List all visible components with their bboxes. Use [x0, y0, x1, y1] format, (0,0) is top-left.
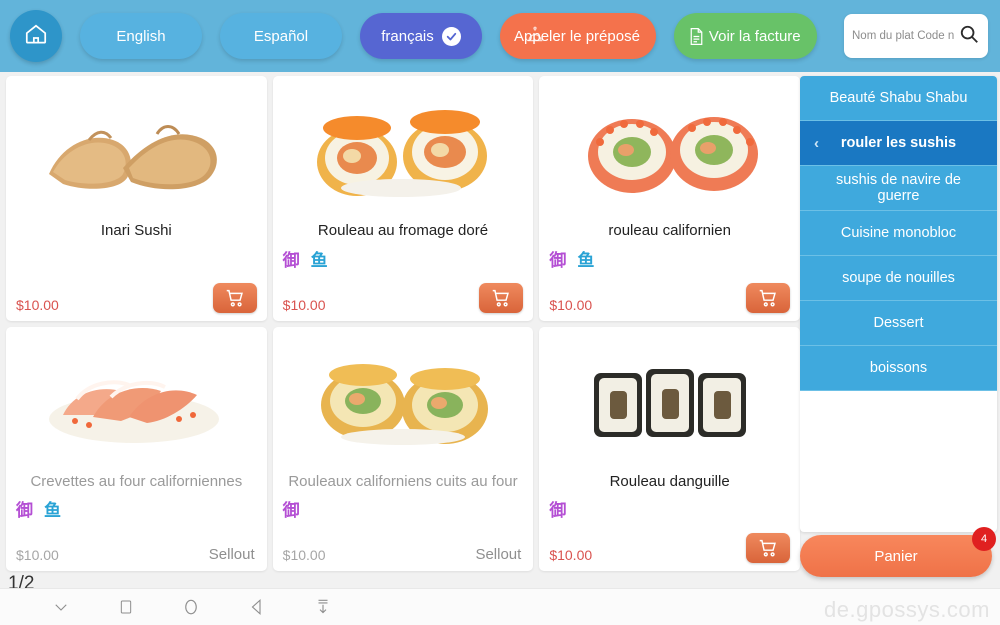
android-navigation-bar: de.gpossys.com	[0, 588, 1000, 625]
category-label: Dessert	[873, 315, 924, 331]
sidebar-item-soupe-de-nouilles[interactable]: soupe de nouilles	[800, 256, 997, 301]
product-price: $10.00	[549, 547, 593, 563]
category-label: Beauté Shabu Shabu	[829, 90, 968, 106]
product-badges	[16, 250, 257, 270]
product-price: $10.00	[549, 296, 593, 313]
product-footer: $10.00 Sellout	[283, 546, 524, 563]
product-name: Inari Sushi	[100, 222, 172, 239]
call-attendant-button[interactable]: Appeler le préposé	[500, 13, 656, 59]
language-button-francais[interactable]: français	[360, 13, 482, 59]
language-label: English	[116, 27, 166, 45]
sold-out-label: Sellout	[208, 546, 255, 563]
language-button-espanol[interactable]: Español	[220, 13, 342, 59]
sold-out-label: Sellout	[475, 546, 522, 563]
product-footer: $10.00 Sellout	[16, 546, 257, 563]
watermark: de.gpossys.com	[824, 597, 990, 622]
product-badges: 御 鱼	[283, 250, 524, 270]
home-icon	[23, 21, 49, 52]
spicy-badge: 御	[549, 501, 567, 520]
spicy-badge: 御	[549, 250, 567, 270]
check-icon	[441, 26, 461, 46]
cart-count-badge: 4	[972, 527, 996, 551]
document-icon	[686, 26, 707, 47]
product-card[interactable]: Crevettes au four californiennes 御 鱼 $10…	[6, 326, 267, 571]
product-name: Rouleau au fromage doré	[317, 222, 489, 239]
category-label: Cuisine monobloc	[840, 225, 957, 241]
category-label: soupe de nouilles	[842, 270, 955, 286]
spicy-badge: 御	[282, 250, 300, 270]
seafood-badge: 鱼	[577, 250, 595, 270]
top-header-bar: English Español français Appeler le prép…	[0, 0, 1000, 72]
product-price: $10.00	[282, 296, 326, 313]
chevron-left-icon: ‹	[814, 134, 819, 152]
add-to-cart-button[interactable]	[745, 533, 790, 563]
product-card[interactable]: Rouleaux californiens cuits au four 御 $1…	[272, 326, 534, 571]
pos-menu-screen: English Español français Appeler le prép…	[0, 0, 1000, 625]
product-price: $10.00	[16, 296, 59, 313]
product-image-inari-sushi	[16, 82, 257, 214]
product-footer: $10.00	[16, 282, 257, 313]
chevron-down-icon[interactable]	[52, 598, 70, 616]
product-name: Crevettes au four californiennes	[30, 472, 243, 490]
sidebar-item-beaute-shabu-shabu[interactable]: Beauté Shabu Shabu	[800, 76, 997, 121]
product-name: rouleau californien	[608, 222, 731, 239]
square-icon[interactable]	[118, 599, 134, 615]
category-label: boissons	[869, 360, 928, 376]
add-to-cart-button[interactable]	[745, 282, 790, 313]
product-footer: $10.00	[282, 282, 524, 313]
product-image-cheese-roll	[283, 82, 524, 214]
language-label: français	[381, 27, 434, 45]
add-to-cart-button[interactable]	[479, 282, 524, 313]
product-image-baked-shrimp	[16, 333, 257, 465]
sidebar-item-cuisine-monobloc[interactable]: Cuisine monobloc	[800, 211, 997, 256]
spicy-badge: 御	[282, 501, 300, 520]
product-card[interactable]: rouleau californien 御 鱼 $10.00	[539, 76, 800, 321]
category-label: sushis de navire de guerre	[836, 172, 961, 204]
view-invoice-button[interactable]: Voir la facture	[673, 13, 817, 59]
product-footer: $10.00	[549, 533, 790, 563]
product-badges: 御 鱼	[549, 250, 790, 270]
cart-label: Panier	[874, 547, 918, 565]
spicy-badge: 御	[16, 501, 33, 520]
product-grid: Inari Sushi $10.00 Rouleau au fromage do…	[6, 76, 800, 571]
download-icon[interactable]	[314, 598, 332, 616]
search-box[interactable]	[844, 14, 988, 58]
product-card[interactable]: Rouleau danguille 御 $10.00	[539, 326, 800, 571]
language-button-english[interactable]: English	[80, 13, 202, 59]
product-price: $10.00	[16, 547, 59, 563]
product-price: $10.00	[282, 547, 326, 563]
product-card[interactable]: Rouleau au fromage doré 御 鱼 $10.00	[272, 76, 534, 321]
language-label: Español	[253, 27, 309, 45]
product-image-eel-roll	[549, 333, 790, 465]
product-footer: $10.00	[549, 282, 790, 313]
back-triangle-icon[interactable]	[248, 598, 266, 616]
home-button[interactable]	[10, 10, 62, 62]
add-to-cart-button[interactable]	[212, 282, 257, 313]
seafood-badge: 鱼	[44, 501, 61, 520]
product-badges: 御	[549, 501, 790, 521]
seafood-badge: 鱼	[310, 250, 328, 270]
product-name: Rouleaux californiens cuits au four	[288, 472, 518, 490]
product-badges: 御 鱼	[16, 501, 257, 521]
circle-icon[interactable]	[182, 598, 200, 616]
search-icon[interactable]	[958, 23, 980, 50]
cart-button[interactable]: Panier 4	[800, 527, 996, 577]
product-name: Rouleau danguille	[609, 472, 730, 490]
search-input[interactable]	[852, 30, 956, 42]
product-card[interactable]: Inari Sushi $10.00	[6, 76, 267, 321]
view-invoice-label: Voir la facture	[708, 27, 801, 45]
sidebar-item-boissons[interactable]: boissons	[800, 346, 997, 391]
service-bell-icon	[524, 25, 546, 47]
category-label: rouler les sushis	[840, 135, 957, 151]
sidebar-item-dessert[interactable]: Dessert	[800, 301, 997, 346]
product-image-california-roll	[549, 82, 790, 214]
category-sidebar: Beauté Shabu Shabu ‹ rouler les sushis s…	[800, 76, 997, 532]
sidebar-item-sushis-de-navire-de-guerre[interactable]: sushis de navire de guerre	[800, 166, 997, 211]
sidebar-item-rouler-les-sushis[interactable]: ‹ rouler les sushis	[800, 121, 997, 166]
product-image-baked-roll	[283, 333, 524, 465]
product-badges: 御	[283, 501, 524, 521]
